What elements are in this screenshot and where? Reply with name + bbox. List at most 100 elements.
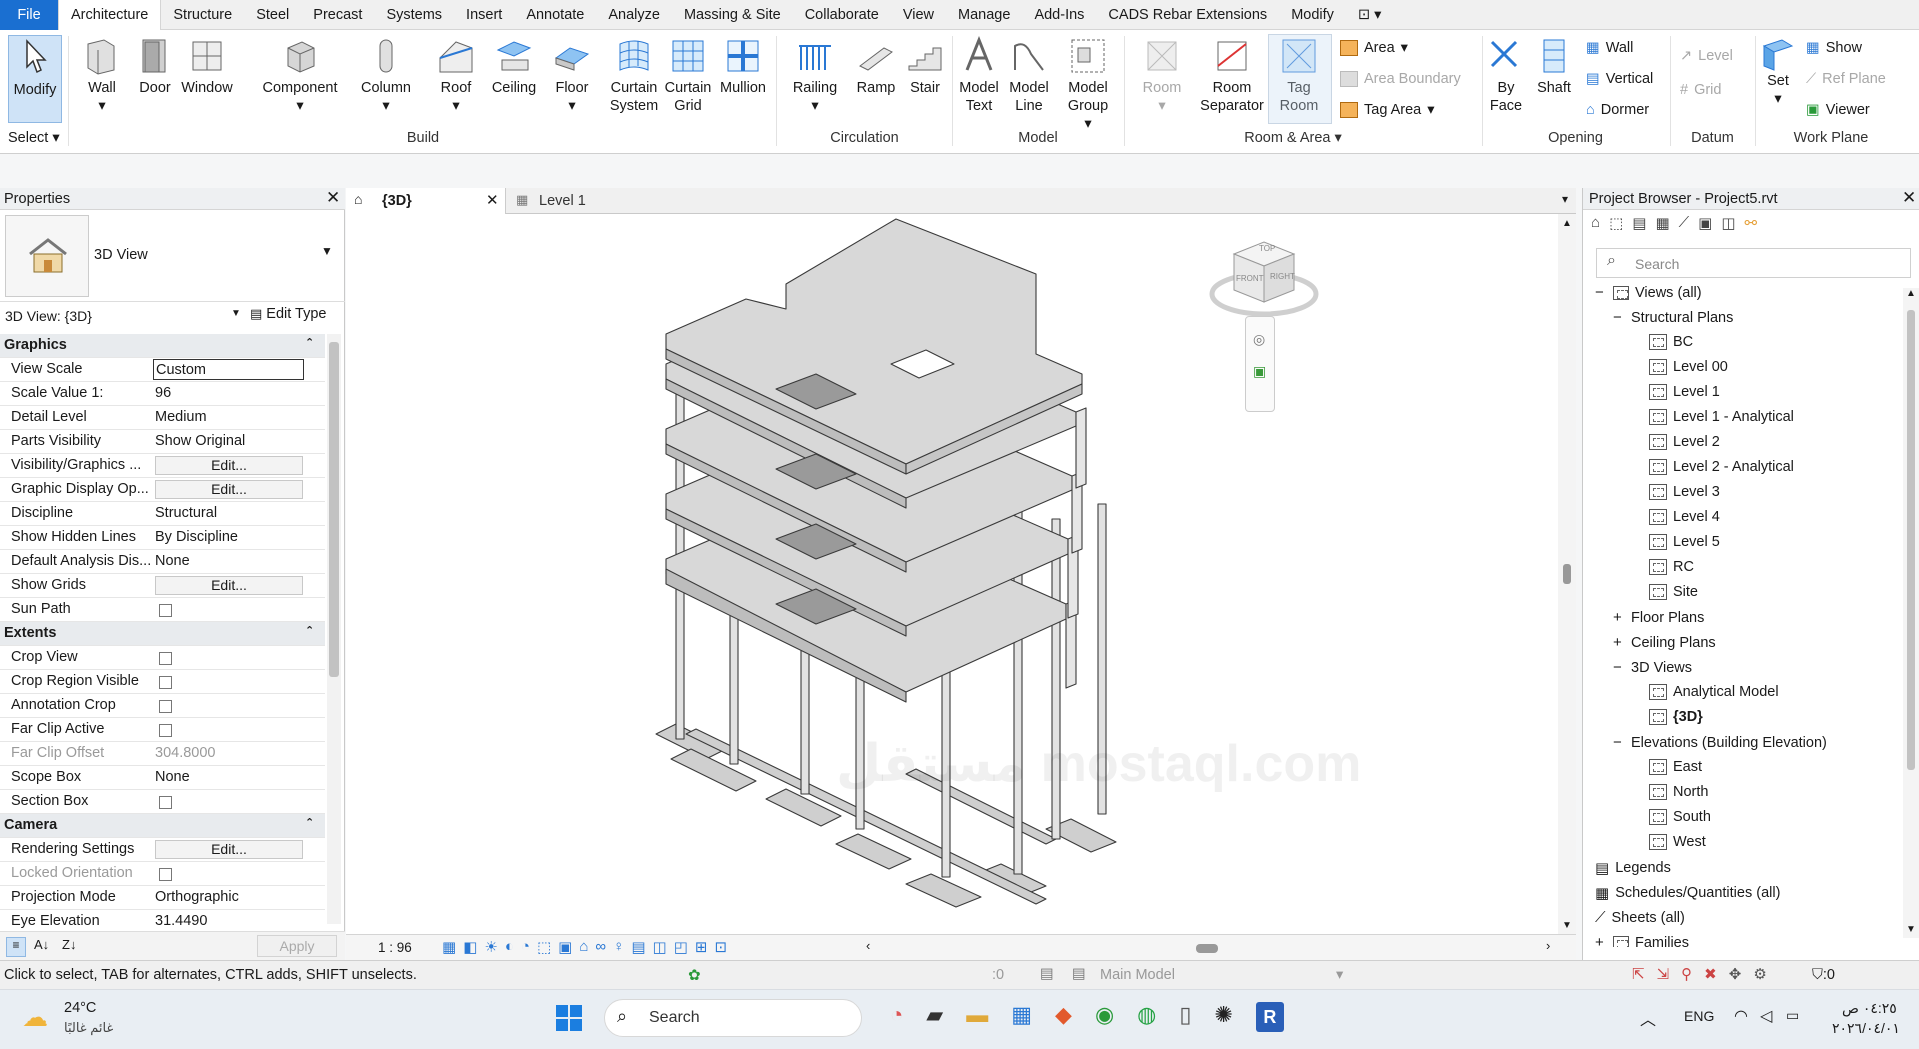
browser-item-3d-views[interactable]: −3D Views bbox=[1613, 659, 1692, 676]
select-underlay-icon[interactable]: ⇲ bbox=[1657, 965, 1670, 983]
browser-scrollbar[interactable]: ▲ ▼ bbox=[1903, 288, 1919, 938]
volume-icon[interactable]: ◁ bbox=[1760, 1006, 1772, 1026]
tab-file[interactable]: File bbox=[0, 0, 58, 30]
viewer-button[interactable]: ▣ Viewer bbox=[1806, 102, 1870, 118]
close-browser-icon[interactable]: ✕ bbox=[1902, 188, 1916, 208]
tab-collaborate[interactable]: Collaborate bbox=[793, 0, 891, 30]
roof-button[interactable]: Roof ▾ bbox=[430, 36, 482, 115]
unlock-3d-icon[interactable]: ⌂ bbox=[579, 938, 588, 956]
design-options-icon[interactable]: ▤ bbox=[1040, 966, 1054, 982]
render-icon[interactable]: ◔ bbox=[521, 938, 530, 956]
quick-access-dropdown[interactable]: ⊡ ▾ bbox=[1346, 0, 1393, 30]
value-field[interactable]: None bbox=[155, 553, 190, 569]
taskbar-search[interactable]: ⌕ Search bbox=[604, 999, 862, 1037]
value-field[interactable]: Show Original bbox=[155, 433, 245, 449]
browser-item-level-1-analytical[interactable]: Level 1 - Analytical bbox=[1649, 409, 1794, 425]
clock-date[interactable]: ٢٠٢٦/٠٤/٠١ bbox=[1832, 1020, 1900, 1037]
tab-precast[interactable]: Precast bbox=[301, 0, 374, 30]
ramp-button[interactable]: Ramp bbox=[852, 36, 900, 97]
sort-ascending-icon[interactable]: A↓ bbox=[34, 937, 49, 952]
filter-count[interactable]: ⛉:0 bbox=[1812, 967, 1835, 983]
steering-wheel-icon[interactable]: ◎ bbox=[1253, 331, 1265, 348]
browser-item-level-00[interactable]: Level 00 bbox=[1649, 359, 1728, 375]
browser-item-schedules-quantities-all[interactable]: ▦ Schedules/Quantities (all) bbox=[1595, 884, 1780, 902]
wifi-icon[interactable]: ◠ bbox=[1734, 1006, 1748, 1026]
building-model[interactable] bbox=[346, 214, 1576, 934]
browser-item-analytical-model[interactable]: Analytical Model bbox=[1649, 684, 1779, 700]
edit-button[interactable]: Edit... bbox=[155, 456, 303, 475]
browser-item-ceiling-plans[interactable]: + Ceiling Plans bbox=[1613, 634, 1716, 651]
edit-button[interactable]: Edit... bbox=[155, 840, 303, 859]
constraints-icon[interactable]: ⊡ bbox=[714, 938, 727, 956]
browser-item-south[interactable]: South bbox=[1649, 809, 1711, 825]
tab-3d-view[interactable]: ⌂ {3D} ✕ bbox=[346, 188, 506, 214]
component-button[interactable]: Component ▾ bbox=[250, 36, 350, 115]
shaft-button[interactable]: Shaft bbox=[1530, 36, 1578, 97]
railing-button[interactable]: Railing ▾ bbox=[786, 36, 844, 115]
browser-item-families[interactable]: + Families bbox=[1595, 934, 1689, 947]
curtain-grid-button[interactable]: Curtain Grid bbox=[660, 36, 716, 115]
tab-level-1[interactable]: ▦ Level 1 bbox=[512, 188, 652, 214]
mullion-button[interactable]: Mullion bbox=[713, 36, 773, 97]
notepad-icon[interactable]: ▯ bbox=[1179, 1002, 1191, 1032]
collapse-icon[interactable]: − bbox=[1613, 309, 1625, 326]
tab-annotate[interactable]: Annotate bbox=[514, 0, 596, 30]
chatgpt-icon[interactable]: ✺ bbox=[1214, 1002, 1232, 1032]
browser-item-sheets-all[interactable]: ⟋ Sheets (all) bbox=[1595, 909, 1685, 926]
type-selector-dropdown[interactable]: ▼ bbox=[321, 244, 333, 258]
worksharing-display-icon[interactable]: ◫ bbox=[653, 938, 667, 956]
show-workplane-button[interactable]: ▦ Show bbox=[1806, 40, 1862, 56]
set-workplane-button[interactable]: Set ▾ bbox=[1758, 36, 1798, 108]
value-field[interactable]: By Discipline bbox=[155, 529, 238, 545]
visual-style-icon[interactable]: ◧ bbox=[463, 938, 477, 956]
select-dropdown[interactable]: Select ▾ bbox=[8, 130, 60, 146]
column-button[interactable]: Column ▾ bbox=[356, 36, 416, 115]
tab-cads-rebar-extensions[interactable]: CADS Rebar Extensions bbox=[1096, 0, 1279, 30]
category-extents[interactable]: Extents ⌃ bbox=[0, 622, 325, 646]
value-field[interactable]: Structural bbox=[155, 505, 217, 521]
viewport-vscroll-thumb[interactable] bbox=[1563, 564, 1571, 584]
browser-item-north[interactable]: North bbox=[1649, 784, 1708, 800]
browser-home-icon[interactable]: ⌂ bbox=[1591, 214, 1600, 232]
ref-plane-button[interactable]: ⟋ Ref Plane bbox=[1806, 71, 1886, 87]
checkbox[interactable] bbox=[159, 652, 172, 665]
tab-modify[interactable]: Modify bbox=[1279, 0, 1346, 30]
area-boundary-button[interactable]: Area Boundary bbox=[1340, 71, 1461, 87]
value-field[interactable]: 304.8000 bbox=[155, 745, 215, 761]
window-button[interactable]: Window bbox=[176, 36, 238, 97]
checkbox[interactable] bbox=[159, 604, 172, 617]
curtain-system-button[interactable]: Curtain System bbox=[604, 36, 664, 115]
viewcube-front-face[interactable]: FRONT bbox=[1236, 274, 1264, 283]
browser-item-floor-plans[interactable]: + Floor Plans bbox=[1613, 609, 1704, 626]
browser-item-elevations-building-elevation[interactable]: − Elevations (Building Elevation) bbox=[1613, 734, 1827, 751]
apply-button[interactable]: Apply bbox=[257, 935, 337, 957]
category-camera[interactable]: Camera ⌃ bbox=[0, 814, 325, 838]
viewport-hscroll-thumb[interactable] bbox=[1196, 944, 1218, 953]
stair-button[interactable]: Stair bbox=[904, 36, 946, 97]
worksharing-icon[interactable]: ✿ bbox=[688, 966, 701, 984]
collapse-icon[interactable]: − bbox=[1613, 659, 1625, 676]
zoom-region-icon[interactable]: ▣ bbox=[1253, 363, 1266, 380]
checkbox[interactable] bbox=[159, 796, 172, 809]
view-selector[interactable]: 3D View: {3D} ▼ bbox=[5, 308, 245, 328]
file-manager-icon[interactable]: ▬ bbox=[966, 1002, 988, 1032]
browser-item-legends[interactable]: ▤ Legends bbox=[1595, 859, 1671, 877]
3d-viewport[interactable]: TOP FRONT RIGHT ◎ ▣ مستقل mostaql.com ▲ … bbox=[346, 214, 1576, 934]
checkbox[interactable] bbox=[159, 700, 172, 713]
file-explorer-icon[interactable]: ▰ bbox=[926, 1002, 943, 1032]
tab-architecture[interactable]: Architecture bbox=[58, 0, 162, 30]
room-separator-button[interactable]: Room Separator bbox=[1200, 36, 1264, 115]
clock-time[interactable]: ٠٤:٢٥ ص bbox=[1842, 1000, 1897, 1017]
sun-path-icon[interactable]: ☀ bbox=[484, 938, 497, 956]
select-links-icon[interactable]: ⇱ bbox=[1632, 965, 1645, 983]
grid-button[interactable]: # Grid bbox=[1680, 82, 1721, 98]
browser-scroll-thumb[interactable] bbox=[1907, 310, 1915, 770]
level-button[interactable]: ↗ Level bbox=[1680, 48, 1733, 64]
value-field[interactable]: None bbox=[155, 769, 190, 785]
show-crop-icon[interactable]: ▣ bbox=[558, 938, 572, 956]
sort-categorized-icon[interactable]: ≡ bbox=[6, 937, 26, 957]
modify-button[interactable]: Modify bbox=[8, 35, 62, 123]
background-process-icon[interactable]: ⚙ bbox=[1753, 965, 1766, 983]
tab-steel[interactable]: Steel bbox=[244, 0, 301, 30]
hscroll-left-icon[interactable]: ‹ bbox=[866, 938, 870, 953]
